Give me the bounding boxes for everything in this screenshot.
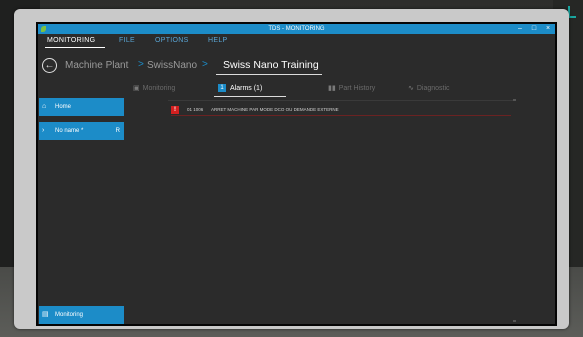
breadcrumb-separator: > — [138, 59, 144, 70]
home-icon: ⌂ — [42, 103, 47, 110]
sidebar-item-label: Home — [55, 104, 72, 110]
breadcrumb: ← Machine Plant > SwissNano > Swiss Nano… — [38, 54, 555, 76]
minimize-button[interactable]: – — [514, 24, 526, 34]
monitor-screen: TDS - MONITORING – □ × MONITORING FILE O… — [36, 22, 557, 326]
tab-alarms[interactable]: 1 Alarms (1) — [218, 82, 262, 96]
tab-diagnostic-label: Diagnostic — [416, 85, 450, 92]
sidebar-item-label: No name * — [55, 128, 84, 134]
bars-icon: ▮▮ — [328, 85, 336, 92]
chevron-right-icon: › — [42, 127, 45, 134]
tab-divider — [168, 100, 513, 101]
title-bar: TDS - MONITORING – □ × — [38, 24, 555, 34]
close-button[interactable]: × — [542, 24, 554, 34]
tab-bar: ▣ Monitoring 1 Alarms (1) ▮▮ Part History ∿… — [128, 82, 548, 96]
alarm-row[interactable]: ! 01 1006 ARRET MACHINE PAR MODE DCO OU … — [171, 106, 511, 116]
tab-part-history[interactable]: ▮▮ Part History — [328, 82, 375, 96]
back-arrow-icon[interactable]: ← — [42, 58, 57, 73]
menu-monitoring[interactable]: MONITORING — [47, 34, 95, 48]
maximize-button[interactable]: □ — [528, 24, 540, 34]
sidebar-item-no-name[interactable]: › No name * R — [39, 122, 124, 140]
scroll-indicator-top — [513, 99, 516, 101]
alarm-warning-icon: ! — [171, 106, 179, 114]
sidebar-item-monitoring[interactable]: ▤ Monitoring — [39, 306, 124, 324]
window-title: TDS - MONITORING — [268, 26, 325, 32]
monitor-icon: ▤ — [42, 311, 49, 318]
menu-bar: MONITORING FILE OPTIONS HELP — [38, 34, 555, 48]
menu-help[interactable]: HELP — [208, 34, 228, 48]
sidebar-item-home[interactable]: ⌂ Home — [39, 98, 124, 116]
tab-monitoring-label: Monitoring — [142, 85, 176, 92]
tab-alarms-label: Alarms (1) — [230, 85, 263, 92]
alarm-code: 01 1006 — [187, 107, 204, 112]
scroll-indicator-bottom — [513, 320, 516, 322]
gauge-icon: ▣ — [133, 85, 140, 92]
alarm-count-badge: 1 — [218, 84, 226, 93]
menu-options[interactable]: OPTIONS — [155, 34, 189, 48]
alarm-message: ARRET MACHINE PAR MODE DCO OU DEMANDE EX… — [211, 107, 339, 112]
breadcrumb-underline — [216, 74, 322, 75]
breadcrumb-current: Swiss Nano Training — [223, 59, 319, 71]
tab-diagnostic[interactable]: ∿ Diagnostic — [408, 82, 450, 96]
tab-active-underline — [214, 96, 286, 97]
corner-marker-icon — [568, 6, 576, 18]
pulse-icon: ∿ — [408, 85, 414, 92]
breadcrumb-swissnano[interactable]: SwissNano — [147, 60, 197, 71]
menu-file[interactable]: FILE — [119, 34, 135, 48]
breadcrumb-machine-plant[interactable]: Machine Plant — [65, 60, 128, 71]
tab-part-history-label: Part History — [338, 85, 376, 92]
tab-monitoring[interactable]: ▣ Monitoring — [133, 82, 175, 96]
sidebar-item-label: Monitoring — [55, 312, 84, 318]
sidebar-item-mark: R — [115, 128, 120, 134]
menu-active-underline — [45, 47, 105, 48]
app-window: TDS - MONITORING – □ × MONITORING FILE O… — [38, 24, 555, 324]
breadcrumb-separator: > — [202, 59, 208, 70]
